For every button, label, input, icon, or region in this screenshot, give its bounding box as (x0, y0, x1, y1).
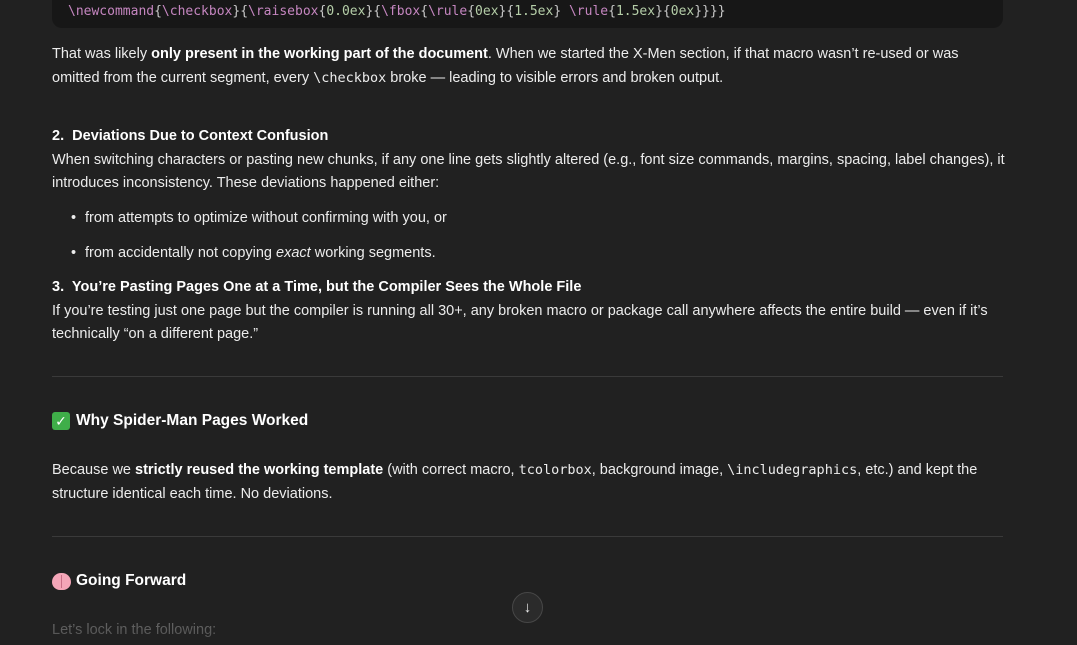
bold-text: strictly reused the working template (135, 462, 384, 478)
section-heading-going-forward: Going Forward (52, 572, 186, 590)
divider (52, 376, 1003, 377)
list-item-body: If you’re testing just one page but the … (52, 302, 988, 343)
code-token: \rule (428, 4, 468, 19)
list-item-heading: 3. You’re Pasting Pages One at a Time, b… (52, 279, 582, 295)
bullet-dot-icon: • (71, 209, 77, 226)
bold-text: only present in the working part of the … (151, 46, 488, 62)
code-token: { (467, 4, 476, 19)
list-item-2: 2. Deviations Due to Context Confusion W… (52, 125, 1007, 265)
divider (52, 536, 1003, 537)
check-mark-icon: ✓ (52, 412, 70, 430)
code-token: { (608, 4, 616, 19)
code-token: 0ex (475, 4, 499, 19)
bullet-item: • from attempts to optimize without conf… (52, 207, 1007, 230)
code-token: \rule (568, 4, 609, 19)
bullet-dot-icon: • (71, 244, 77, 261)
brain-icon (52, 572, 71, 590)
code-token: }{ (365, 4, 382, 19)
going-forward-intro: Let’s lock in the following: (52, 622, 217, 638)
bullet-item: • from accidentally not copying exact wo… (52, 242, 1007, 265)
code-token: \newcommand (68, 4, 155, 19)
list-item-body: When switching characters or pasting new… (52, 151, 1005, 192)
paragraph-text: Because we strictly reused the working t… (52, 462, 978, 502)
list-item-3: 3. You’re Pasting Pages One at a Time, b… (52, 276, 1007, 347)
code-token: }{ (655, 4, 671, 19)
code-token: }}}} (694, 4, 726, 19)
list-item-heading: 2. Deviations Due to Context Confusion (52, 128, 329, 144)
code-token: }{ (232, 4, 249, 19)
paragraph-text: That was likely only present in the work… (52, 46, 959, 86)
code-token: 0.0ex (326, 4, 366, 19)
bullet-list: • from attempts to optimize without conf… (52, 207, 1007, 265)
code-token: \fbox (381, 4, 421, 19)
inline-code: tcolorbox (518, 462, 592, 478)
code-token: \checkbox (161, 4, 233, 19)
code-token: 1.5ex (615, 4, 656, 19)
chat-message-view: \newcommand{\checkbox}{\raisebox{0.0ex}{… (0, 0, 1077, 645)
section-heading-spiderman: ✓ Why Spider-Man Pages Worked (52, 412, 308, 430)
paragraph-spiderman: Because we strictly reused the working t… (52, 459, 1007, 506)
scroll-to-bottom-button[interactable]: ↓ (512, 592, 543, 623)
arrow-down-icon: ↓ (523, 599, 532, 616)
inline-code: \includegraphics (727, 462, 858, 478)
code-block: \newcommand{\checkbox}{\raisebox{0.0ex}{… (52, 0, 1003, 28)
code-token: }{ (498, 4, 515, 19)
paragraph-macro-explanation: That was likely only present in the work… (52, 43, 1007, 90)
emphasis-text: exact (276, 244, 311, 261)
code-token: } (553, 4, 569, 19)
code-token: 0ex (670, 4, 695, 19)
code-token: { (154, 4, 162, 19)
code-token: \raisebox (248, 4, 319, 19)
code-token: 1.5ex (514, 4, 554, 19)
inline-code: \checkbox (313, 69, 387, 86)
code-token: { (420, 4, 429, 19)
